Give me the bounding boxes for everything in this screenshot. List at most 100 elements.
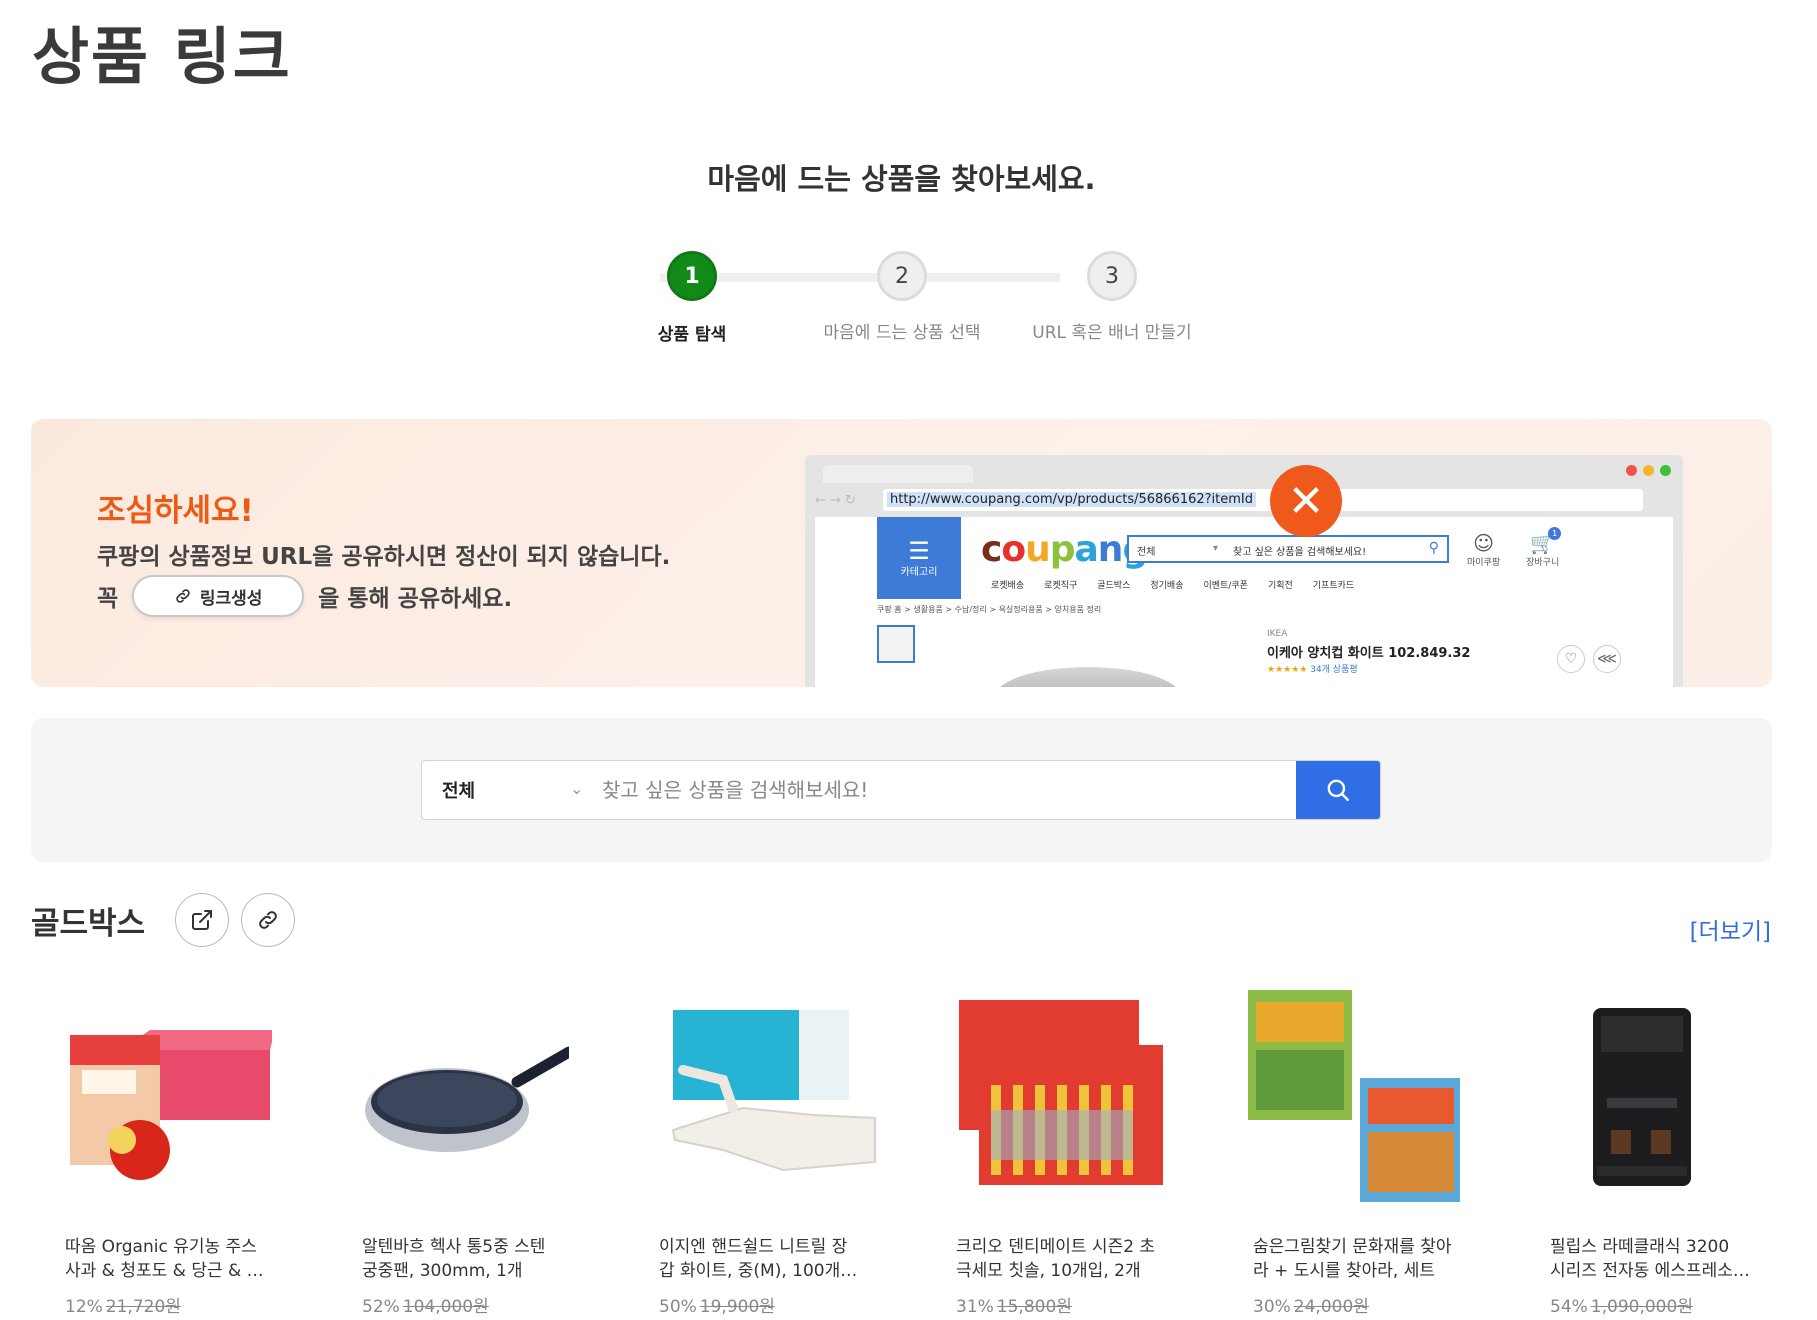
mock-my-label: 마이쿠팡 [1467,558,1501,568]
product-image-wok [365,1046,569,1152]
browser-nav-icons: ← → ↻ [815,493,856,508]
mock-menu-item: 기획전 [1267,581,1293,591]
share-icon: ⋘ [1593,645,1621,673]
original-price: 19,900원 [699,1297,775,1317]
product-name: 크리오 덴티메이트 시즌2 초극세모 칫솔, 10개입, 2개 [956,1237,1156,1281]
original-price: 24,000원 [1293,1297,1369,1317]
mock-page: ☰ 카테고리 coupang 전체 ▾ 찾고 싶은 상품을 검색해보세요! ⚲ … [815,517,1673,687]
discount-rate: 54% [1550,1297,1588,1317]
search-input[interactable] [602,761,1282,819]
mock-search-bar: 전체 ▾ 찾고 싶은 상품을 검색해보세요! ⚲ [1127,535,1449,563]
product-image-juice [70,1030,272,1180]
search-panel: 전체 ⌄ [31,718,1772,862]
original-price: 104,000원 [402,1297,489,1317]
product-name: 숨은그림찾기 문화재를 찾아라 + 도시를 찾아라, 세트 [1253,1237,1452,1281]
mock-category-button: ☰ 카테고리 [877,517,961,599]
search-category-select[interactable]: 전체 [422,761,592,819]
mock-header-icons: ☺ 마이쿠팡 🛒 장바구니 1 [1467,527,1562,568]
stepper: 1 2 3 상품 탐색 마음에 드는 상품 선택 URL 혹은 배너 만들기 [640,248,1192,348]
search-icon [1327,779,1349,801]
product-price: 54% 1,090,000원 [1550,1292,1693,1317]
mock-menu-item: 이벤트/쿠폰 [1203,581,1248,591]
warning-suffix: 을 통해 공유하세요. [318,586,513,612]
heart-icon: ♡ [1557,645,1585,673]
search-box: 전체 ⌄ [421,760,1381,820]
yellow-dot [1643,465,1654,476]
product-price: 31% 15,800원 [956,1292,1072,1317]
browser-tab [823,465,973,483]
window-controls [1626,465,1671,476]
browser-url: http://www.coupang.com/vp/products/56866… [887,492,1256,507]
original-price: 21,720원 [105,1297,181,1317]
product-card[interactable]: 숨은그림찾기 문화재를 찾아라 + 도시를 찾아라, 세트 30% 24,000원 [1238,990,1508,1320]
browser-url-bar: http://www.coupang.com/vp/products/56866… [883,489,1643,511]
mock-product-name: 이케아 양치컵 화이트 102.849.32 [1267,646,1471,661]
product-card[interactable]: 크리오 덴티메이트 시즌2 초극세모 칫솔, 10개입, 2개 31% 15,80… [941,990,1211,1320]
page-subtitle: 마음에 드는 상품을 찾아보세요. [707,162,1096,196]
product-card[interactable]: 알텐바흐 헥사 통5중 스텐 궁중팬, 300mm, 1개 52% 104,000… [347,990,617,1320]
search-category-value: 전체 [442,781,476,802]
product-price: 30% 24,000원 [1253,1292,1369,1317]
discount-rate: 31% [956,1297,994,1317]
mock-menu-item: 골드박스 [1097,581,1131,591]
create-link-label: 링크생성 [199,588,263,609]
product-card[interactable]: 이지엔 핸드쉴드 니트릴 장갑 화이트, 중(M), 100개입, 1개 50%… [644,990,914,1320]
warning-instruction: 꼭 링크생성 을 통해 공유하세요. [97,575,512,617]
product-image-gloves [671,1010,876,1172]
create-link-button[interactable]: 링크생성 [132,575,305,617]
link-icon [176,589,190,603]
product-name: 따옴 Organic 유기농 주스 사과 & 청포도 & 당근 & 비트 [65,1237,263,1281]
product-name: 필립스 라떼클래식 3200 시리즈 전자동 에스프레소 머신 [1550,1237,1733,1281]
mock-product-image [995,667,1181,687]
mock-menu: 로켓배송 로켓직구 골드박스 정기배송 이벤트/쿠폰 기획전 기프트카드 [991,578,1354,591]
menu-icon: ☰ [908,537,930,565]
step-connector [660,273,1060,282]
mock-menu-item: 정기배송 [1150,581,1184,591]
mock-thumbnail [877,625,915,663]
coupang-logo: coupang [981,529,1148,570]
mock-search-icon: ⚲ [1428,540,1439,556]
mock-breadcrumb: 쿠팡 홈 > 생활용품 > 수납/정리 > 욕실정리용품 > 양치용품 정리 [877,605,1102,614]
product-image-toothbrush [959,1000,1163,1185]
mock-category-label: 카테고리 [900,567,938,578]
goldbox-title: 골드박스 [31,905,146,942]
more-link[interactable]: [더보기] [1690,912,1771,946]
original-price: 1,090,000원 [1590,1297,1693,1317]
search-button[interactable] [1296,761,1380,819]
mock-menu-item: 로켓배송 [991,581,1025,591]
link-icon [259,911,277,929]
discount-rate: 12% [65,1297,103,1317]
product-name: 알텐바흐 헥사 통5중 스텐 궁중팬, 300mm, 1개 [362,1237,546,1281]
mock-search-category: 전체 [1137,547,1156,558]
chevron-down-icon[interactable]: ⌄ [570,779,583,798]
open-external-button[interactable] [175,893,230,947]
mock-search-placeholder: 찾고 싶은 상품을 검색해보세요! [1233,547,1367,558]
copy-link-button[interactable] [241,893,296,947]
step-3-circle: 3 [1087,251,1137,301]
goldbox-header: 골드박스 [31,893,296,947]
warning-title: 조심하세요! [97,493,254,529]
close-x-icon: ✕ [1270,465,1342,537]
mock-stars: ★★★★★ [1267,665,1308,675]
product-card[interactable]: 따옴 Organic 유기농 주스 사과 & 청포도 & 당근 & 비트 12%… [50,990,320,1320]
mock-brand: IKEA [1267,629,1288,639]
discount-rate: 30% [1253,1297,1291,1317]
warning-banner: 조심하세요! 쿠팡의 상품정보 URL을 공유하시면 정산이 되지 않습니다. … [31,419,1772,687]
product-name: 이지엔 핸드쉴드 니트릴 장갑 화이트, 중(M), 100개입, 1개 [659,1237,848,1281]
discount-rate: 52% [362,1297,400,1317]
green-dot [1660,465,1671,476]
warning-prefix: 꼭 [97,586,119,612]
external-link-icon [192,910,213,930]
product-card[interactable]: 필립스 라떼클래식 3200 시리즈 전자동 에스프레소 머신 54%1,090… [1535,990,1805,1320]
product-price: 50% 19,900원 [659,1292,775,1317]
product-image-books [1248,990,1460,1202]
mock-menu-item: 로켓직구 [1044,581,1078,591]
red-dot [1626,465,1637,476]
product-price: 52% 104,000원 [362,1292,489,1317]
discount-rate: 50% [659,1297,697,1317]
step-2-circle: 2 [877,251,927,301]
step-1-label: 상품 탐색 [657,325,727,345]
step-1-circle: 1 [667,251,717,301]
original-price: 15,800원 [996,1297,1072,1317]
product-image-coffee-machine [1593,1008,1691,1186]
